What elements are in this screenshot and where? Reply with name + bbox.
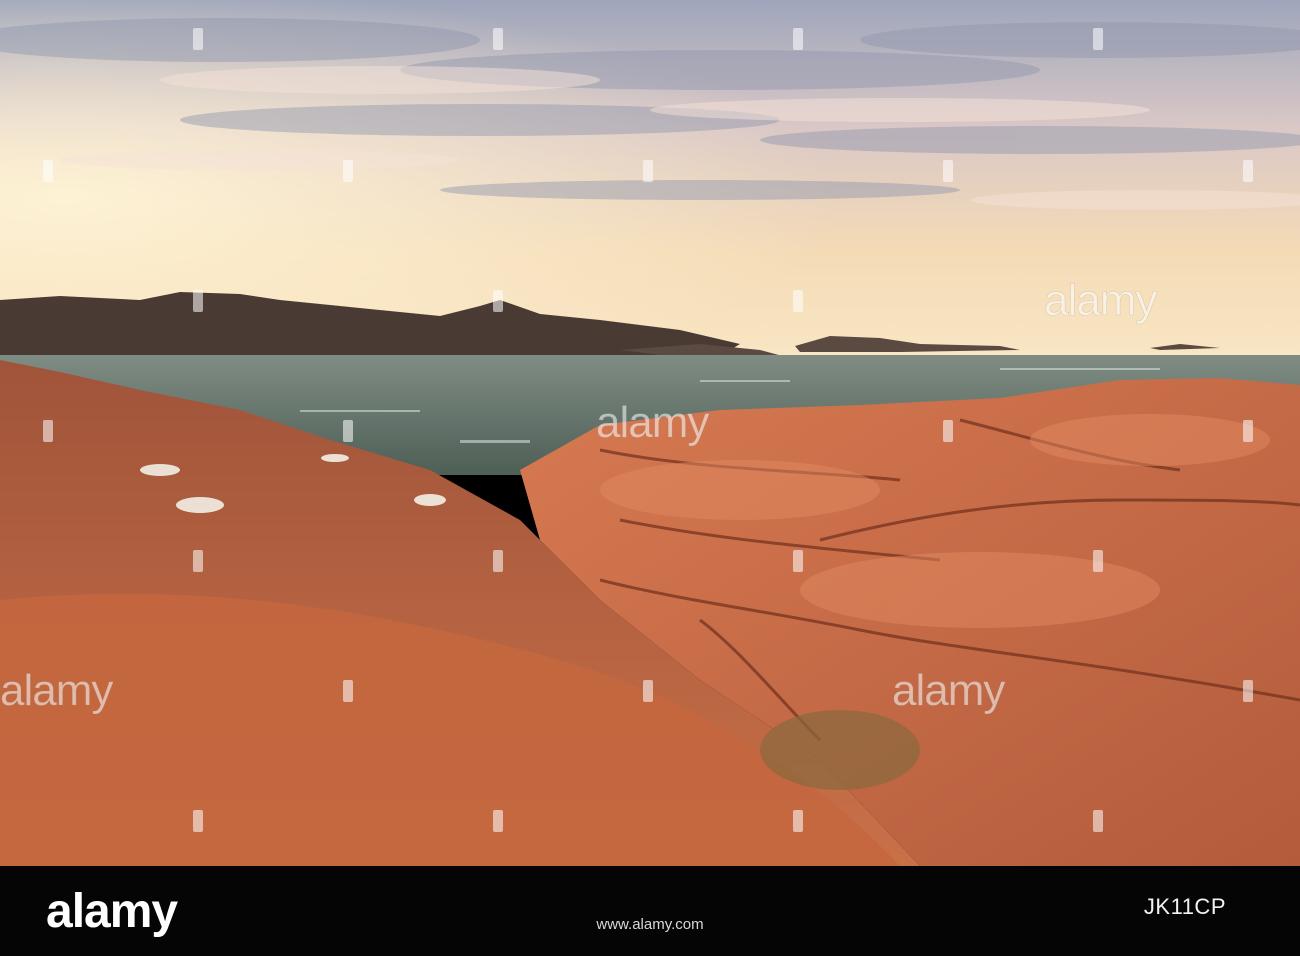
watermark-mark <box>793 550 803 572</box>
image-id-label: JK11CP <box>1143 894 1226 919</box>
watermark-text: alamy <box>892 666 1006 716</box>
watermark-mark <box>343 160 353 182</box>
watermark-mark <box>193 810 203 832</box>
stock-footer-bar: alamy www.alamy.com JK11CP <box>0 866 1300 956</box>
watermark-text: alamy <box>1044 276 1158 326</box>
watermark-mark <box>43 420 53 442</box>
watermark-mark <box>943 420 953 442</box>
watermark-mark <box>193 28 203 50</box>
watermark-mark <box>193 550 203 572</box>
watermark-mark <box>793 28 803 50</box>
watermark-mark <box>943 160 953 182</box>
grass-patch <box>760 710 920 790</box>
watermark-mark <box>493 28 503 50</box>
watermark-mark <box>1093 810 1103 832</box>
brand-url: www.alamy.com <box>596 916 704 933</box>
watermark-mark <box>643 680 653 702</box>
watermark-mark <box>43 160 53 182</box>
watermark-mark <box>1093 28 1103 50</box>
watermark-mark <box>343 680 353 702</box>
watermark-mark <box>493 290 503 312</box>
watermark-mark <box>493 810 503 832</box>
watermark-mark <box>343 420 353 442</box>
watermark-mark <box>793 810 803 832</box>
watermark-mark <box>1243 160 1253 182</box>
watermark-text: alamy <box>596 398 710 448</box>
photo-stage: alamy alamy alamy alamy alamy www.alamy.… <box>0 0 1300 956</box>
watermark-mark <box>1243 680 1253 702</box>
watermark-mark <box>1093 550 1103 572</box>
watermark-mark <box>493 550 503 572</box>
watermark-mark <box>193 290 203 312</box>
watermark-text: alamy <box>0 666 114 716</box>
watermark-mark <box>1243 420 1253 442</box>
watermark-mark <box>793 290 803 312</box>
watermark-mark <box>643 160 653 182</box>
